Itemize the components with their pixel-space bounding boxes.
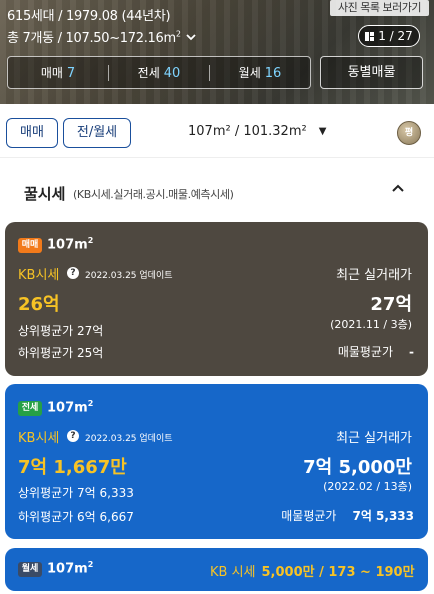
sale-filter-chip[interactable]: 매매 [6,118,58,148]
photo-counter-text: 1 / 27 [378,29,413,43]
section-subtitle: (KB시세.실거래.공시.매물.예측시세) [73,188,234,201]
recent-trade-price: 7억 5,000만 [303,457,412,478]
chevron-up-icon[interactable] [390,180,406,196]
area-dropdown-value: 107m² / 101.32m² [188,124,307,139]
rent-filter-chip[interactable]: 전/월세 [63,118,131,148]
monthly-kb-price: KB 시세 5,000만 / 173 ~ 190만 [210,565,415,580]
recent-trade-date: (2021.11 / 3층) [330,318,412,331]
kb-price-label: KB시세 [18,431,60,446]
lower-average-row: 하위평균가 25억 [18,346,104,360]
kb-price-value: 26억 [18,294,60,315]
household-built-info: 615세대 / 1979.08 (44년차) [7,9,171,24]
sale-price-card: 매매 107m2 KB시세 ? 2022.03.25 업데이트 26억 상위평균… [5,222,428,376]
deal-count-jeonse[interactable]: 전세 40 [109,64,209,81]
sale-badge: 매매 [18,238,42,253]
recent-trade-price: 27억 [370,294,412,315]
update-date: 2022.03.25 업데이트 [85,271,173,281]
gallery-icon [365,31,375,41]
card-area: 107m2 [47,236,94,253]
listing-average-row: 매물평균가 7억 5,333 [281,509,414,523]
dropdown-triangle-icon: ▼ [318,126,327,137]
jeonse-badge: 전세 [18,401,42,416]
deal-count-bar: 매매 7 전세 40 월세 16 [7,56,311,89]
photo-list-button[interactable]: 사진 목록 보러가기 [330,0,429,16]
complex-hero-header: 615세대 / 1979.08 (44년차) 총 7개동 / 107.50~17… [0,0,434,104]
section-title: 꿀시세 [24,185,66,203]
pyeong-toggle-icon[interactable]: 평 [397,121,421,145]
deal-count-monthly[interactable]: 월세 16 [210,64,310,81]
card-area: 107m2 [47,560,94,577]
info-icon[interactable]: ? [67,430,79,442]
info-icon[interactable]: ? [67,267,79,279]
recent-trade-label: 최근 실거래가 [336,431,412,446]
kb-price-value: 7억 1,667만 [18,457,127,478]
upper-average-row: 상위평균가 27억 [18,324,104,338]
monthly-rent-card[interactable]: 월세 107m2 KB 시세 5,000만 / 173 ~ 190만 [5,548,428,591]
photo-counter[interactable]: 1 / 27 [358,25,420,47]
listing-average-row: 매물평균가 - [337,345,414,359]
building-area-info[interactable]: 총 7개동 / 107.50~172.16m2 [7,27,197,46]
deal-count-sale[interactable]: 매매 7 [8,64,108,81]
chevron-down-icon [186,33,196,40]
card-area: 107m2 [47,399,94,416]
jeonse-price-card: 전세 107m2 KB시세 ? 2022.03.25 업데이트 7억 1,667… [5,384,428,539]
kb-price-label: KB시세 [18,268,60,283]
monthly-badge: 월세 [18,562,42,577]
update-date: 2022.03.25 업데이트 [85,434,173,444]
upper-average-row: 상위평균가 7억 6,333 [18,486,134,500]
building-listings-button[interactable]: 동별매물 [320,56,423,89]
recent-trade-date: (2022.02 / 13층) [323,480,412,493]
building-area-text: 총 7개동 / 107.50~172.16m2 [7,29,181,46]
area-dropdown[interactable]: 107m² / 101.32m² ▼ [188,124,326,139]
price-section-header[interactable]: 꿀시세 (KB시세.실거래.공시.매물.예측시세) [0,168,434,214]
lower-average-row: 하위평균가 6억 6,667 [18,510,134,524]
recent-trade-label: 최근 실거래가 [336,268,412,283]
filter-bar: 매매 전/월세 107m² / 101.32m² ▼ 평 [0,104,434,158]
